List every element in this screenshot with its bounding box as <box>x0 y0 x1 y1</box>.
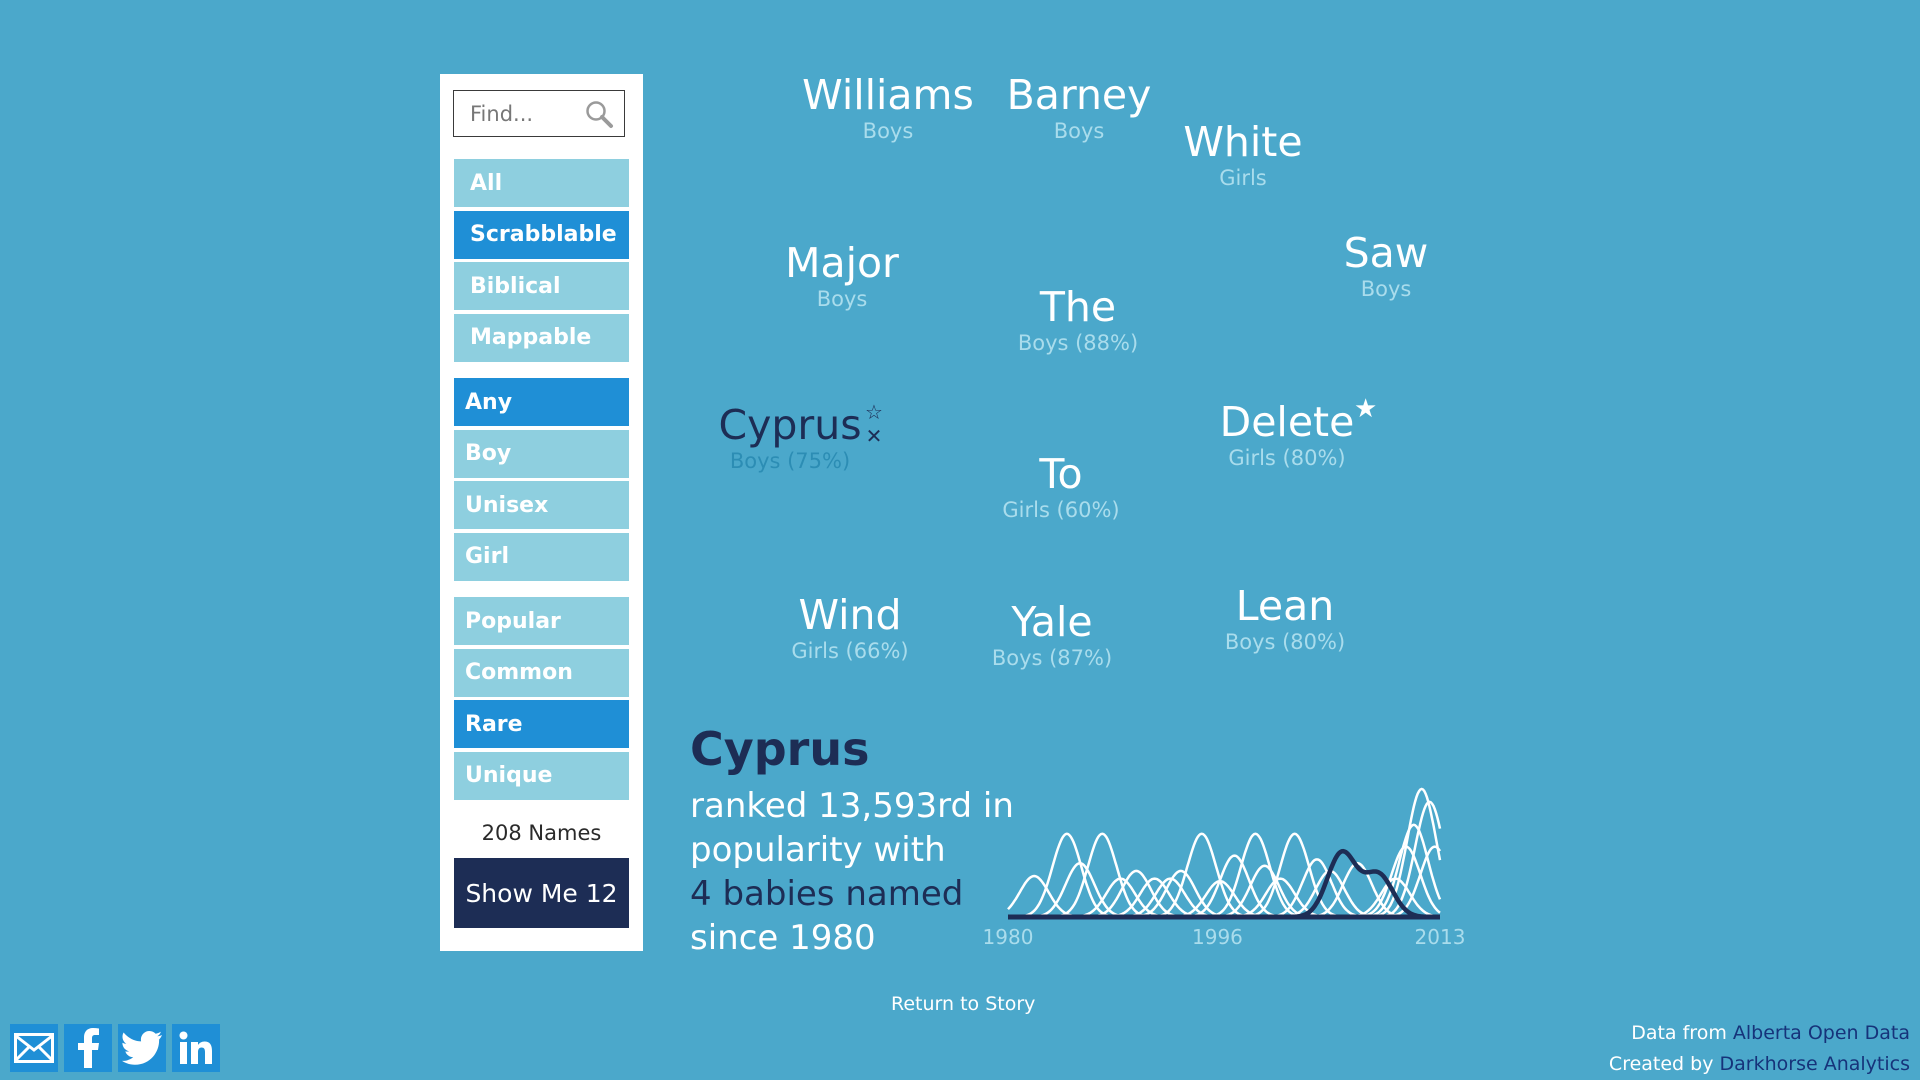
name-card-saw[interactable]: Saw Boys <box>1344 229 1429 301</box>
gender-label: Girls (80%) <box>1228 446 1346 470</box>
gender-label: Girls (60%) <box>1002 498 1120 522</box>
name-label: Saw <box>1343 229 1429 277</box>
gender-label: Boys (88%) <box>1017 331 1139 355</box>
gender-label: Boys <box>862 119 914 143</box>
social-share-bar <box>10 1024 220 1072</box>
name-label: Delete <box>1219 398 1355 446</box>
name-label: Williams <box>802 71 974 119</box>
popularity-rare-button[interactable]: Rare <box>454 700 629 748</box>
detail-description: ranked 13,593rd in popularity with 4 bab… <box>690 784 1014 960</box>
name-card-cyprus[interactable]: Cyprus Boys (75%) <box>718 401 861 473</box>
name-card-major[interactable]: Major Boys <box>785 239 899 311</box>
detail-line-rank: ranked 13,593rd in <box>690 786 1014 826</box>
return-to-story-link[interactable]: Return to Story <box>891 993 1035 1015</box>
popularity-common-button[interactable]: Common <box>454 648 629 697</box>
name-label: White <box>1183 118 1303 166</box>
x-tick-label-end: 2013 <box>1415 925 1466 949</box>
popularity-filter-group: Popular Common Rare Unique <box>454 597 629 803</box>
gender-label: Boys <box>816 287 868 311</box>
filter-all-button[interactable]: All <box>454 159 629 207</box>
x-tick-label-start: 1980 <box>983 925 1034 949</box>
gender-label: Boys <box>1053 119 1105 143</box>
filter-mappable-button[interactable]: Mappable <box>454 313 629 362</box>
name-card-delete[interactable]: Delete Girls (80%) <box>1220 398 1355 470</box>
search-icon[interactable] <box>584 99 614 129</box>
filter-sidebar: All Scrabblable Biblical Mappable Any Bo… <box>440 74 643 951</box>
detail-line-popularity: popularity with <box>690 830 946 870</box>
popularity-popular-button[interactable]: Popular <box>454 597 629 645</box>
detail-line-since: since 1980 <box>690 918 876 958</box>
name-card-yale[interactable]: Yale Boys (87%) <box>992 598 1112 670</box>
name-card-barney[interactable]: Barney Boys <box>1007 71 1152 143</box>
background-series-line-22 <box>1008 787 1442 919</box>
email-share-icon[interactable] <box>10 1024 58 1072</box>
gender-any-button[interactable]: Any <box>454 378 629 426</box>
show-me-button[interactable]: Show Me 12 <box>454 858 629 928</box>
name-label: Cyprus <box>718 401 862 449</box>
gender-boy-button[interactable]: Boy <box>454 429 629 478</box>
background-series-group <box>1007 787 1442 919</box>
credits: Data from Alberta Open Data Created by D… <box>1609 1018 1910 1080</box>
name-label: Wind <box>798 591 902 639</box>
data-from-label: Data from <box>1631 1022 1727 1044</box>
name-label: Yale <box>1011 598 1093 646</box>
favorite-star-filled-icon[interactable]: ★ <box>1354 394 1377 424</box>
name-card-wind[interactable]: Wind Girls (66%) <box>791 591 908 663</box>
search-input[interactable] <box>454 91 584 136</box>
background-series-line-10 <box>1008 879 1440 919</box>
x-tick-label-mid: 1996 <box>1192 925 1243 949</box>
gender-label: Girls (66%) <box>791 639 909 663</box>
gender-girl-button[interactable]: Girl <box>454 532 629 581</box>
twitter-share-icon[interactable] <box>118 1024 166 1072</box>
name-label: The <box>1039 283 1117 331</box>
name-label: Major <box>785 239 899 287</box>
gender-label: Boys (80%) <box>1224 630 1346 654</box>
gender-unisex-button[interactable]: Unisex <box>454 481 629 529</box>
name-count: 208 Names <box>481 821 602 845</box>
search-box <box>453 90 625 137</box>
created-by-label: Created by <box>1608 1053 1714 1075</box>
detail-title: Cyprus <box>690 722 870 776</box>
name-card-the[interactable]: The Boys (88%) <box>1018 283 1138 355</box>
name-card-white[interactable]: White Girls <box>1183 118 1302 190</box>
favorite-star-outline-icon[interactable]: ☆ <box>863 400 885 424</box>
remove-icon[interactable]: ✕ <box>863 424 885 448</box>
background-series-line-23 <box>1008 800 1442 919</box>
data-source-link[interactable]: Alberta Open Data <box>1733 1022 1910 1044</box>
list-filter-group: All Scrabblable Biblical Mappable <box>454 159 629 365</box>
filter-scrabblable-button[interactable]: Scrabblable <box>454 210 629 259</box>
popularity-unique-button[interactable]: Unique <box>454 751 629 800</box>
name-label: To <box>1039 450 1083 498</box>
creator-link[interactable]: Darkhorse Analytics <box>1720 1053 1910 1075</box>
name-card-williams[interactable]: Williams Boys <box>802 71 974 143</box>
gender-label: Girls <box>1219 166 1267 190</box>
name-card-lean[interactable]: Lean Boys (80%) <box>1225 582 1345 654</box>
linkedin-share-icon[interactable] <box>172 1024 220 1072</box>
gender-label: Boys (75%) <box>729 449 851 473</box>
cyprus-actions: ☆ ✕ <box>863 400 885 448</box>
detail-line-babies: 4 babies named <box>690 874 964 914</box>
gender-label: Boys (87%) <box>991 646 1113 670</box>
facebook-share-icon[interactable] <box>64 1024 112 1072</box>
filter-biblical-button[interactable]: Biblical <box>454 262 629 310</box>
name-card-to[interactable]: To Girls (60%) <box>1002 450 1119 522</box>
gender-label: Boys <box>1360 277 1412 301</box>
name-label: Lean <box>1235 582 1335 630</box>
name-label: Barney <box>1006 71 1152 119</box>
name-trend-chart: 1980 1996 2013 <box>983 787 1466 949</box>
gender-filter-group: Any Boy Unisex Girl <box>454 378 629 584</box>
